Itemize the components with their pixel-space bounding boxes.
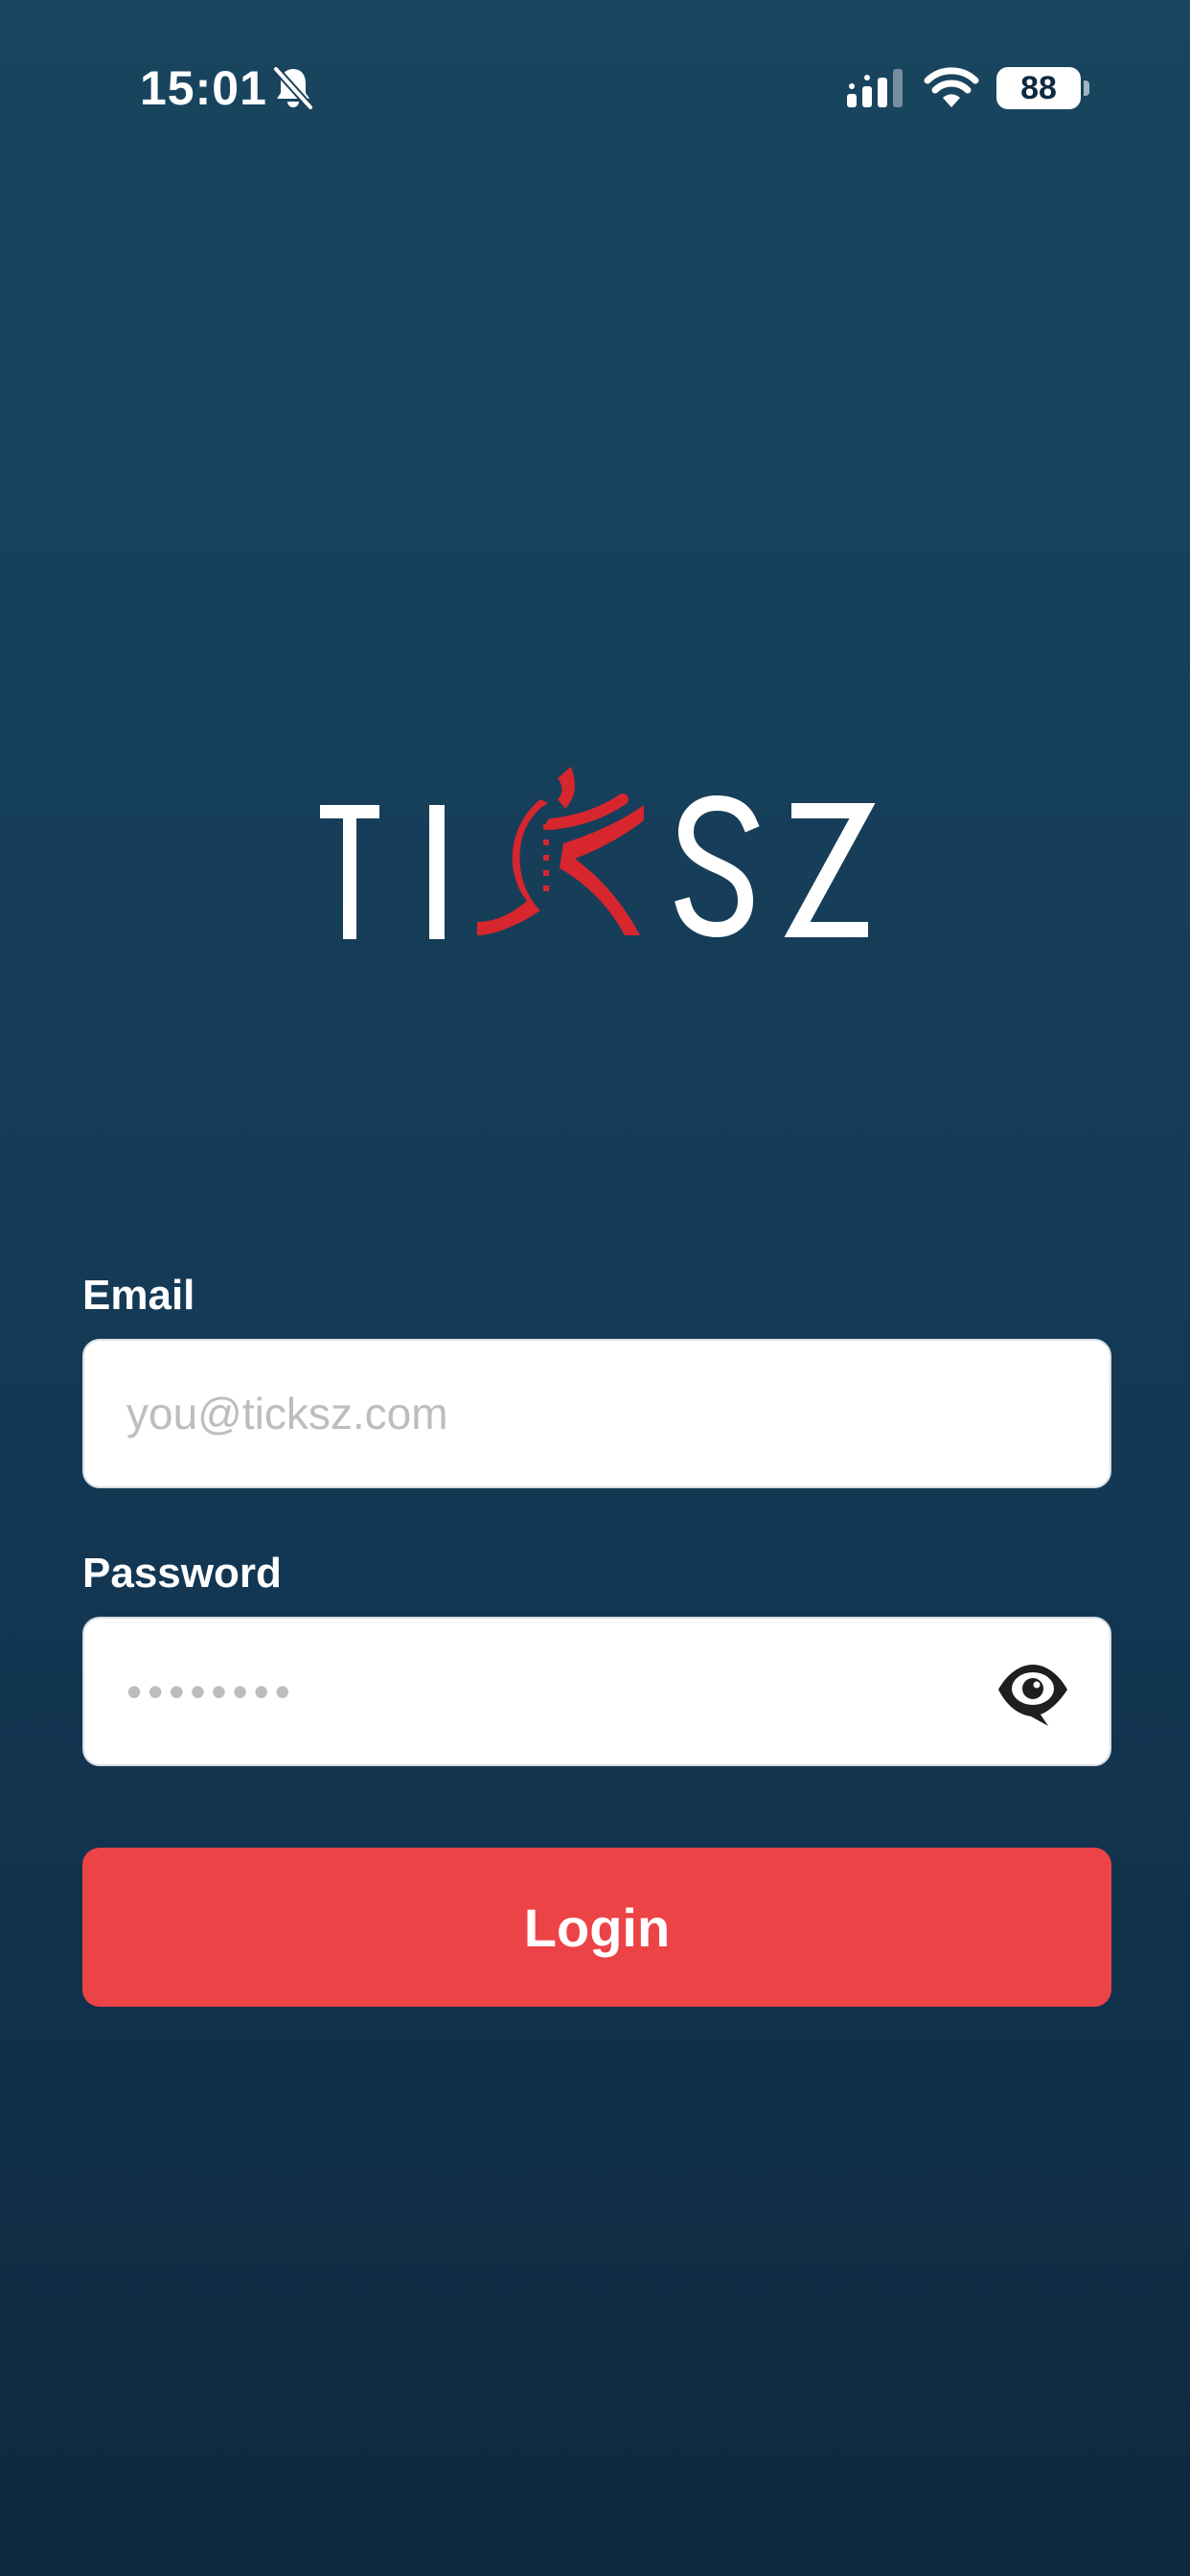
email-label: Email (82, 1272, 195, 1319)
battery-tip (1084, 80, 1089, 96)
status-time: 15:01 (140, 61, 267, 115)
status-bar: 15:01 88 (0, 0, 1190, 172)
bell-off-icon (273, 66, 313, 110)
battery-icon: 88 (996, 67, 1081, 109)
login-button[interactable]: Login (82, 1848, 1111, 2007)
password-input[interactable] (126, 1619, 970, 1764)
wifi-icon (924, 67, 979, 107)
eye-icon[interactable] (996, 1661, 1069, 1728)
password-label: Password (82, 1550, 282, 1597)
signal-icon (847, 69, 903, 107)
ticksz-logo (320, 767, 876, 939)
battery-level: 88 (1020, 70, 1057, 106)
email-input[interactable] (126, 1341, 1065, 1486)
email-field-box[interactable] (82, 1339, 1111, 1488)
password-field-box[interactable] (82, 1617, 1111, 1766)
